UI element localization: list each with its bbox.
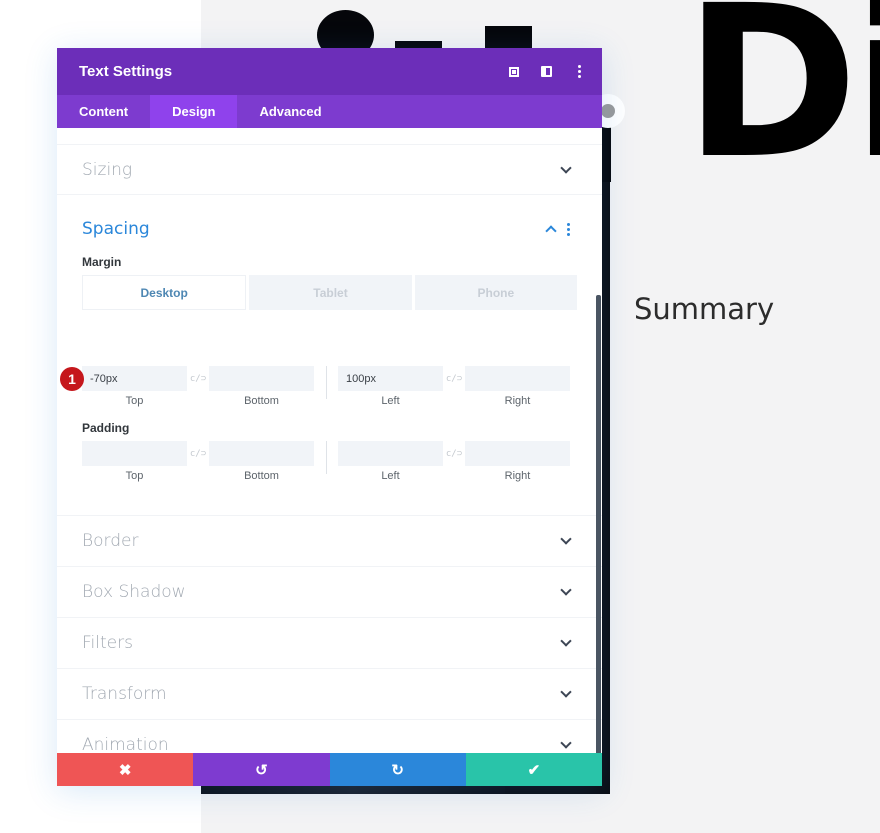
modal-title: Text Settings	[79, 63, 173, 80]
tab-content[interactable]: Content	[57, 95, 150, 128]
device-tab-desktop[interactable]: Desktop	[82, 275, 247, 310]
section-title: Box Shadow	[82, 582, 186, 602]
text-settings-modal: Text Settings Content Design Advanced Si…	[57, 48, 602, 786]
chevron-up-icon[interactable]	[545, 225, 557, 237]
step-badge: 1	[60, 367, 84, 391]
margin-right-input[interactable]	[465, 366, 570, 391]
caption-top: Top	[125, 470, 144, 482]
section-title: Border	[82, 531, 139, 551]
section-title: Animation	[82, 735, 169, 753]
redo-button[interactable]: ↻	[329, 753, 466, 786]
hero-title: Di	[684, 0, 880, 205]
undo-icon: ↺	[255, 761, 268, 779]
section-filters[interactable]: Filters	[57, 618, 602, 669]
section-options-icon[interactable]	[567, 222, 570, 236]
link-icon[interactable]: c/⊃	[443, 441, 465, 466]
padding-label: Padding	[82, 421, 130, 435]
chevron-down-icon	[560, 737, 572, 749]
modal-header: Text Settings	[57, 48, 602, 95]
tab-design[interactable]: Design	[150, 95, 238, 128]
check-icon: ✔	[527, 761, 541, 779]
undo-button[interactable]: ↺	[193, 753, 330, 786]
link-icon[interactable]: c/⊃	[187, 441, 209, 466]
section-title: Transform	[82, 684, 167, 704]
divider	[326, 366, 327, 399]
padding-right-input[interactable]	[465, 441, 570, 466]
split-view-button[interactable]	[530, 48, 563, 95]
more-options-icon	[578, 65, 581, 78]
redo-icon: ↻	[391, 761, 404, 779]
link-icon[interactable]: c/⊃	[187, 366, 209, 391]
section-title: Filters	[82, 633, 133, 653]
scrollbar[interactable]	[596, 295, 601, 753]
modal-body: Sizing Spacing Margin Desktop Tablet Pho…	[57, 128, 602, 753]
section-title: Sizing	[82, 159, 133, 180]
section-box-shadow[interactable]: Box Shadow	[57, 567, 602, 618]
section-sizing[interactable]: Sizing	[57, 145, 602, 195]
padding-left-input[interactable]	[338, 441, 443, 466]
section-spacing: Spacing Margin Desktop Tablet Phone 1 To…	[57, 195, 602, 516]
device-tabs: Desktop Tablet Phone	[82, 275, 577, 310]
caption-right: Right	[504, 470, 531, 482]
previous-section-stub	[57, 128, 602, 145]
expand-button[interactable]	[497, 48, 530, 95]
caption-right: Right	[504, 395, 531, 407]
chevron-down-icon	[560, 161, 572, 174]
expand-icon	[508, 66, 519, 77]
link-icon[interactable]: c/⊃	[443, 366, 465, 391]
section-title[interactable]: Spacing	[82, 219, 150, 239]
chevron-down-icon	[560, 584, 572, 596]
padding-inputs: Top c/⊃ Bottom Left c/⊃ Right	[82, 441, 577, 482]
margin-top-input[interactable]	[82, 366, 187, 391]
divider	[326, 441, 327, 474]
caption-bottom: Bottom	[244, 470, 279, 482]
chevron-down-icon	[560, 635, 572, 647]
caption-top: Top	[125, 395, 144, 407]
margin-left-input[interactable]	[338, 366, 443, 391]
summary-heading: Summary	[634, 292, 775, 326]
margin-bottom-input[interactable]	[209, 366, 314, 391]
section-transform[interactable]: Transform	[57, 669, 602, 720]
chevron-down-icon	[560, 533, 572, 545]
more-options-button[interactable]	[563, 48, 596, 95]
discard-button[interactable]: ✖	[57, 753, 194, 786]
device-tab-phone[interactable]: Phone	[414, 275, 577, 310]
section-border[interactable]: Border	[57, 516, 602, 567]
modal-tabs: Content Design Advanced	[57, 95, 602, 128]
margin-label: Margin	[82, 255, 122, 269]
globe-icon	[601, 104, 615, 118]
section-animation[interactable]: Animation	[57, 720, 602, 753]
chevron-down-icon	[560, 686, 572, 698]
close-icon: ✖	[118, 761, 132, 779]
modal-footer: ✖ ↺ ↻ ✔	[57, 753, 602, 786]
tab-advanced[interactable]: Advanced	[237, 95, 343, 128]
padding-bottom-input[interactable]	[209, 441, 314, 466]
split-view-icon	[541, 66, 552, 77]
device-tab-tablet[interactable]: Tablet	[249, 275, 412, 310]
caption-bottom: Bottom	[244, 395, 279, 407]
save-button[interactable]: ✔	[465, 753, 602, 786]
margin-inputs: 1 Top c/⊃ Bottom Left c/⊃ Ri	[60, 366, 577, 407]
padding-top-input[interactable]	[82, 441, 187, 466]
caption-left: Left	[381, 395, 400, 407]
caption-left: Left	[381, 470, 400, 482]
